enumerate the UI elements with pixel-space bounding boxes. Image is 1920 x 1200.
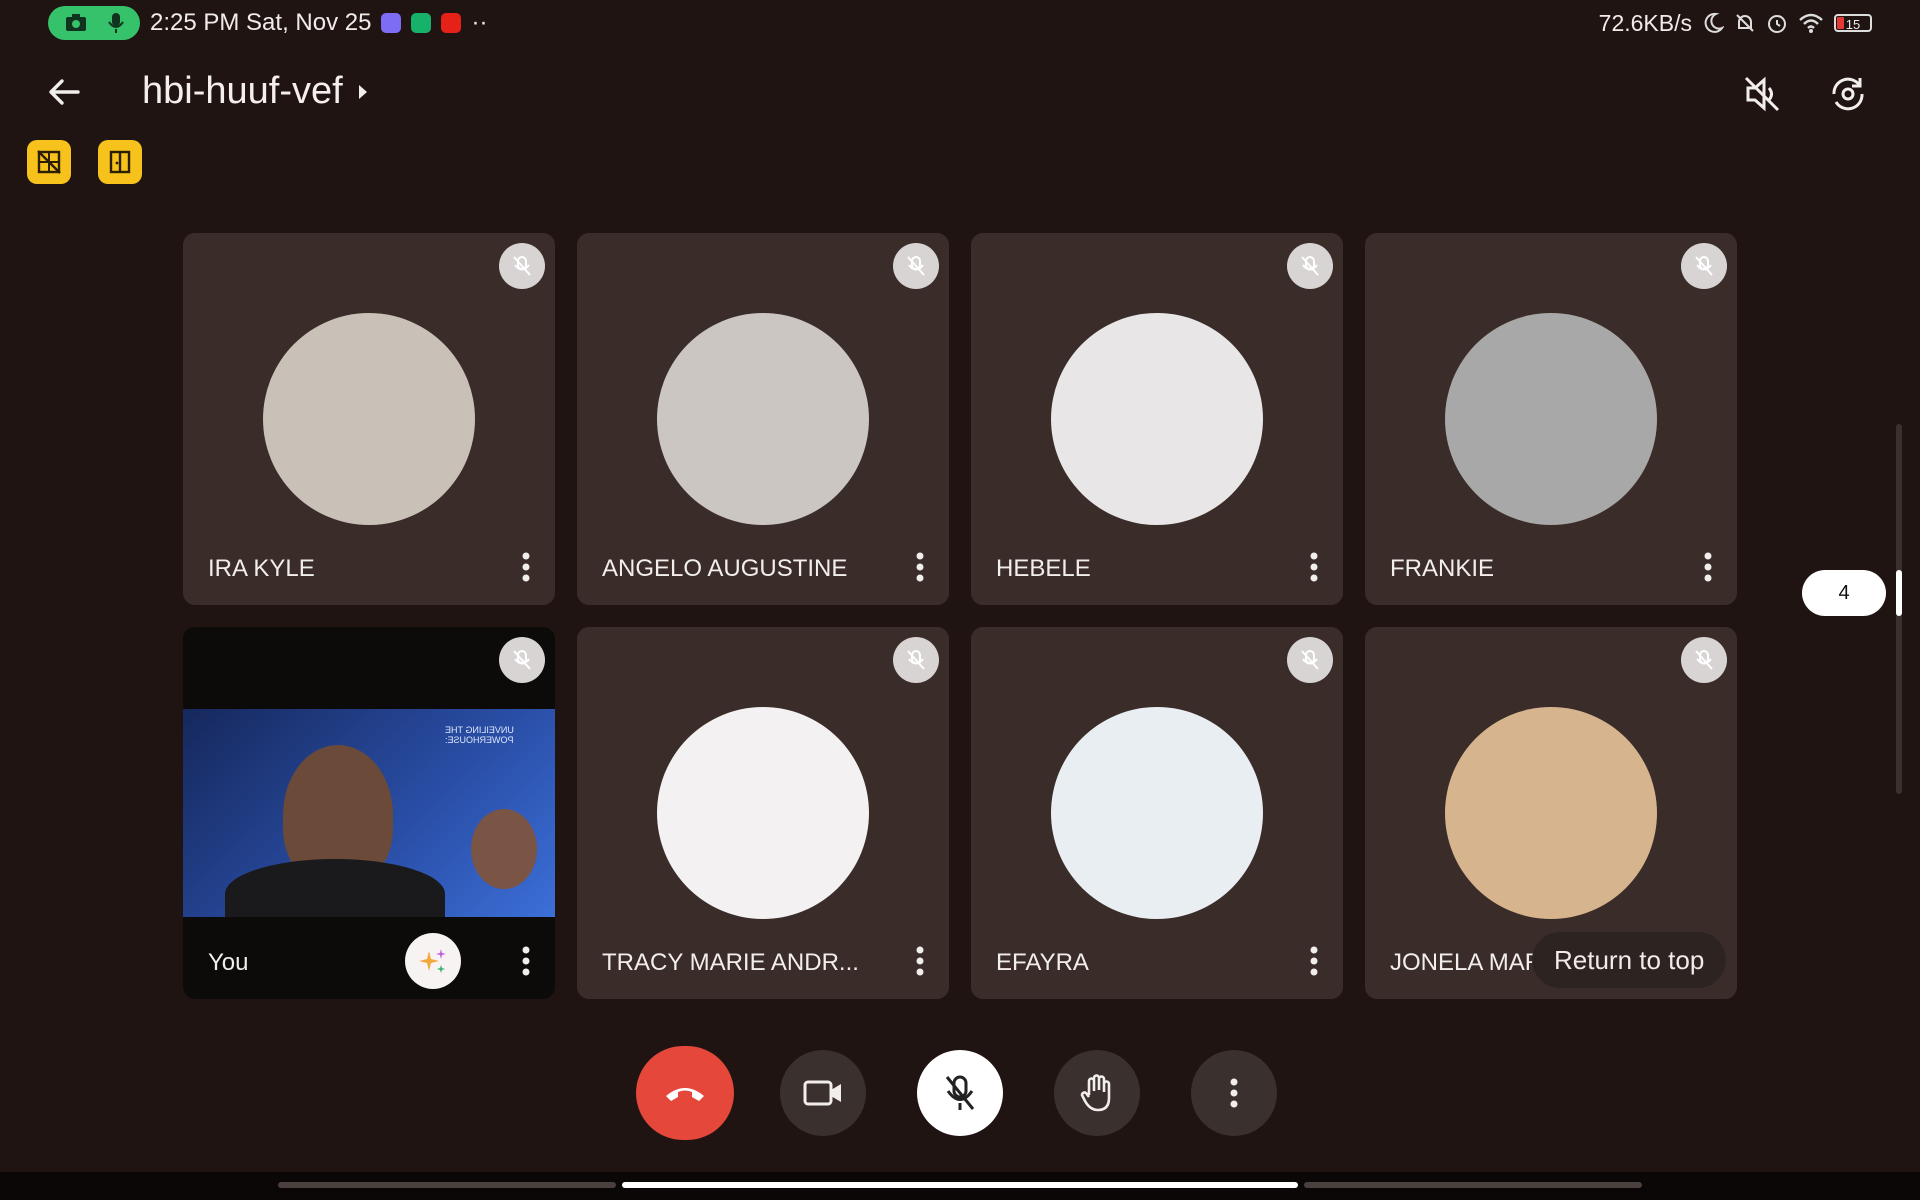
participant-avatar <box>1445 313 1657 525</box>
bell-off-icon <box>1736 14 1754 32</box>
switch-camera-icon[interactable] <box>1826 72 1870 116</box>
mic-off-icon <box>945 1075 975 1110</box>
mic-in-use-icon <box>107 13 124 33</box>
status-bar-right: 72.6KB/s 15 <box>1599 6 1872 40</box>
more-options-button[interactable] <box>1191 1050 1277 1136</box>
leave-call-button[interactable] <box>636 1046 734 1140</box>
clock-date: 2:25 PM Sat, Nov 25 <box>150 9 372 36</box>
more-options-icon[interactable] <box>1703 551 1713 583</box>
youtube-icon <box>441 13 462 33</box>
participant-name: You <box>208 949 249 976</box>
status-bar-left: 2:25 PM Sat, Nov 25 ·· <box>48 6 487 40</box>
video-camera-icon <box>803 1080 841 1106</box>
page-indicator: 4 <box>1802 570 1886 616</box>
participant-avatar <box>1051 313 1263 525</box>
caret-right-icon[interactable] <box>357 83 369 101</box>
participant-name: ANGELO AUGUSTINE <box>602 555 848 582</box>
effects-button[interactable] <box>405 933 461 989</box>
host-controls-badge[interactable] <box>98 140 142 184</box>
mic-off-icon <box>893 243 939 289</box>
sparkle-icon <box>419 949 446 973</box>
back-arrow-icon[interactable] <box>44 72 84 112</box>
participant-tile[interactable]: FRANKIE <box>1365 233 1737 605</box>
shield-app-icon <box>411 13 432 33</box>
mic-off-icon <box>499 637 545 683</box>
wifi-icon <box>1799 13 1823 33</box>
mic-off-icon <box>499 243 545 289</box>
battery-icon: 15 <box>1834 14 1872 32</box>
participant-avatar <box>657 313 869 525</box>
more-options-icon[interactable] <box>915 551 925 583</box>
more-notifications: ·· <box>471 9 488 36</box>
network-speed: 72.6KB/s <box>1598 9 1692 36</box>
grid-off-icon <box>37 150 61 174</box>
scroll-thumb[interactable] <box>1896 570 1902 616</box>
door-icon <box>109 150 131 174</box>
camera-in-use-icon <box>65 14 86 31</box>
moon-icon <box>1704 12 1724 33</box>
alarm-icon <box>1768 15 1786 33</box>
phone-hangup-icon <box>666 1088 704 1101</box>
participant-avatar <box>1445 707 1657 919</box>
mic-off-icon <box>1681 243 1727 289</box>
participant-avatar <box>263 313 475 525</box>
nav-handle-left[interactable] <box>278 1182 616 1188</box>
participant-tile[interactable]: HEBELE <box>971 233 1343 605</box>
person-silhouette <box>471 809 537 889</box>
participant-name: TRACY MARIE ANDR... <box>602 949 859 976</box>
mic-off-icon <box>1681 637 1727 683</box>
self-video-feed: UNVEILING THE POWERHOUSE: <box>183 709 555 917</box>
return-to-top-button[interactable]: Return to top <box>1532 932 1727 988</box>
person-silhouette <box>225 859 445 917</box>
participant-tile[interactable]: EFAYRA <box>971 627 1343 999</box>
participant-tile[interactable]: ANGELO AUGUSTINE <box>577 233 949 605</box>
participant-name: JONELA MARI <box>1390 949 1549 976</box>
participant-name: HEBELE <box>996 555 1091 582</box>
self-view-tile[interactable]: UNVEILING THE POWERHOUSE: You <box>183 627 555 999</box>
mic-off-icon <box>1287 243 1333 289</box>
hand-icon <box>1080 1074 1111 1112</box>
participant-name: FRANKIE <box>1390 555 1495 582</box>
mic-off-icon <box>1287 637 1333 683</box>
battery-level: 15 <box>1845 17 1861 32</box>
more-options-icon[interactable] <box>521 945 531 977</box>
more-options-icon[interactable] <box>1309 551 1319 583</box>
video-background-text: UNVEILING THE POWERHOUSE: <box>445 725 514 745</box>
mic-off-icon <box>893 637 939 683</box>
participant-avatar <box>1051 707 1263 919</box>
no-captions-badge[interactable] <box>27 140 71 184</box>
participant-name: IRA KYLE <box>208 555 315 582</box>
nav-handle-right[interactable] <box>1304 1182 1642 1188</box>
more-options-icon[interactable] <box>915 945 925 977</box>
camera-toggle-button[interactable] <box>780 1050 866 1136</box>
participant-avatar <box>657 707 869 919</box>
more-vertical-icon <box>1230 1078 1238 1108</box>
participant-tile[interactable]: IRA KYLE <box>183 233 555 605</box>
raise-hand-button[interactable] <box>1054 1050 1140 1136</box>
nav-home-handle[interactable] <box>622 1182 1298 1188</box>
more-options-icon[interactable] <box>1309 945 1319 977</box>
microphone-toggle-button[interactable] <box>917 1050 1003 1136</box>
speaker-off-icon[interactable] <box>1740 72 1784 116</box>
recording-indicator <box>48 6 140 40</box>
more-options-icon[interactable] <box>521 551 531 583</box>
meeting-title[interactable]: hbi-huuf-vef <box>142 70 369 113</box>
participant-name: EFAYRA <box>996 949 1089 976</box>
meeting-code[interactable]: hbi-huuf-vef <box>142 70 343 113</box>
participant-tile[interactable]: TRACY MARIE ANDR... <box>577 627 949 999</box>
messenger-icon <box>381 13 402 33</box>
